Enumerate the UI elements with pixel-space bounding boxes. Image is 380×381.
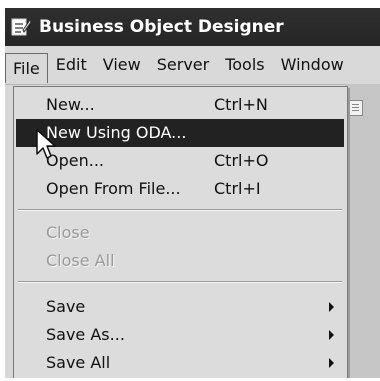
submenu-arrow-icon bbox=[329, 358, 334, 368]
menu-bar: File Edit View Server Tools Window bbox=[5, 46, 380, 85]
menu-item-shortcut: Ctrl+N bbox=[214, 95, 268, 114]
mouse-pointer-icon bbox=[36, 129, 56, 159]
menu-item-label: New... bbox=[46, 95, 95, 114]
title-bar: Business Object Designer bbox=[5, 8, 380, 46]
menu-separator bbox=[18, 209, 342, 211]
menu-item-label: Close bbox=[46, 223, 90, 242]
menu-item-open-from-file[interactable]: Open From File... Ctrl+I bbox=[16, 175, 344, 203]
menu-item-label: New Using ODA... bbox=[46, 123, 187, 142]
submenu-arrow-icon bbox=[329, 302, 334, 312]
menu-item-label: Open From File... bbox=[46, 179, 181, 198]
file-menu-dropdown: New... Ctrl+N New Using ODA... Open... C… bbox=[13, 86, 348, 378]
menu-item-label: Save bbox=[46, 297, 86, 316]
menu-item-label: Save All bbox=[46, 353, 111, 372]
menu-item-close: Close bbox=[16, 219, 344, 247]
menu-item-open[interactable]: Open... Ctrl+O bbox=[16, 147, 344, 175]
menu-item-save[interactable]: Save bbox=[16, 293, 344, 321]
menu-window[interactable]: Window bbox=[273, 50, 352, 80]
window-title: Business Object Designer bbox=[39, 17, 284, 37]
menu-item-shortcut: Ctrl+I bbox=[214, 179, 261, 198]
menu-file[interactable]: File bbox=[5, 52, 48, 83]
designer-app-icon bbox=[11, 17, 32, 37]
menu-tools[interactable]: Tools bbox=[217, 50, 272, 80]
menu-item-save-all[interactable]: Save All bbox=[16, 349, 344, 377]
menu-server[interactable]: Server bbox=[149, 50, 217, 80]
menu-item-save-as[interactable]: Save As... bbox=[16, 321, 344, 349]
menu-item-close-all: Close All bbox=[16, 247, 344, 275]
menu-item-label: Save As... bbox=[46, 325, 125, 344]
workspace-area bbox=[345, 84, 380, 378]
menu-view[interactable]: View bbox=[95, 50, 149, 80]
menu-item-shortcut: Ctrl+O bbox=[214, 151, 269, 170]
menu-edit[interactable]: Edit bbox=[48, 50, 95, 80]
app-window: Business Object Designer File Edit View … bbox=[5, 8, 380, 378]
menu-separator bbox=[18, 281, 342, 283]
document-icon[interactable] bbox=[349, 100, 363, 116]
submenu-arrow-icon bbox=[329, 330, 334, 340]
menu-item-label: Close All bbox=[46, 251, 115, 270]
menu-item-new-using-oda[interactable]: New Using ODA... bbox=[16, 119, 344, 147]
menu-item-new[interactable]: New... Ctrl+N bbox=[16, 91, 344, 119]
